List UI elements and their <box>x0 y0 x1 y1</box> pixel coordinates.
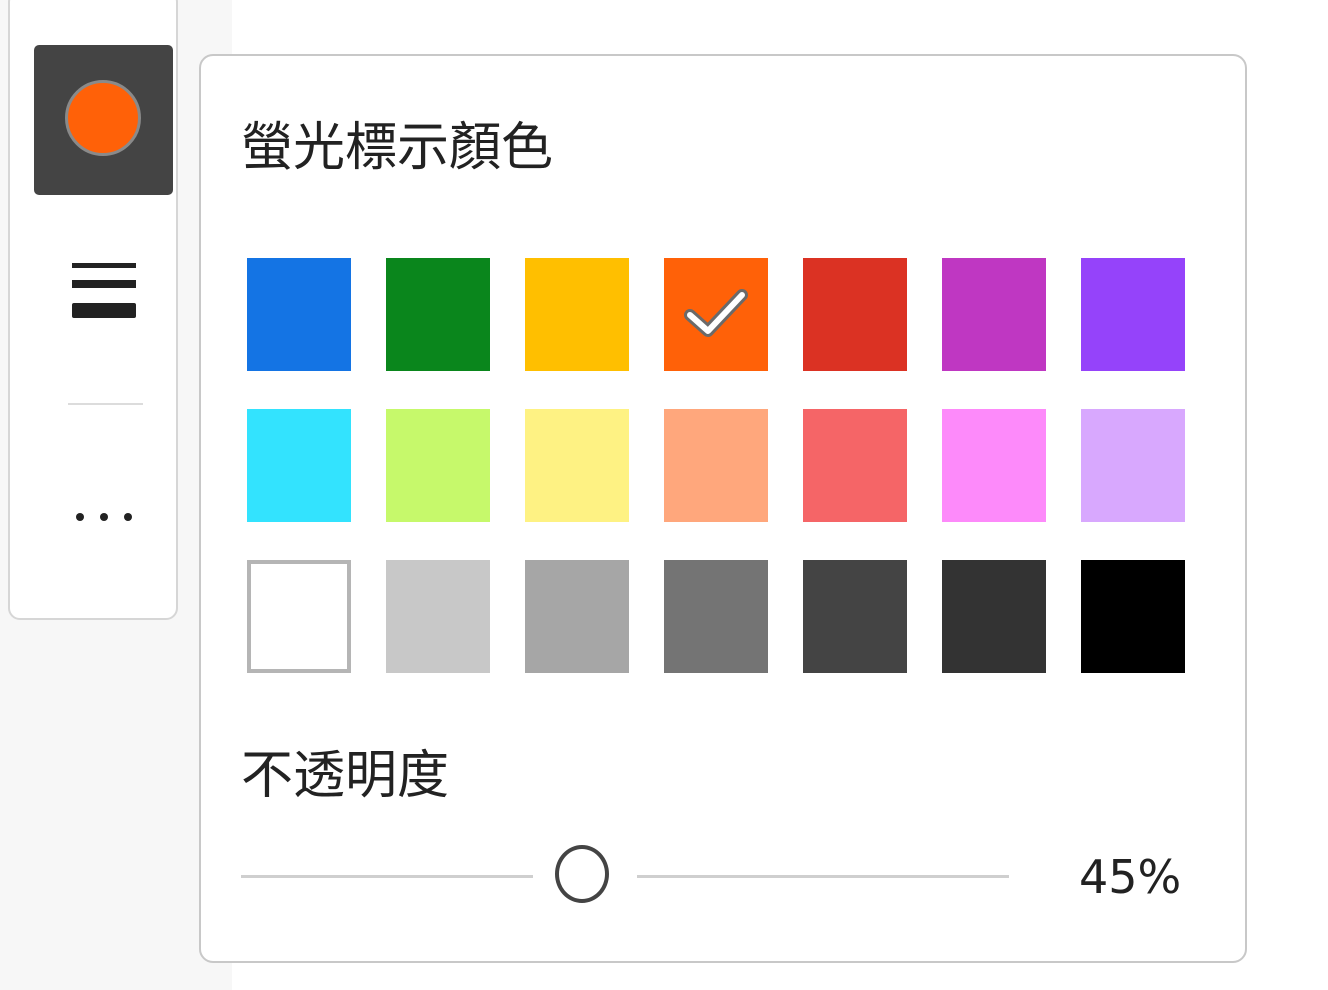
slider-track-remaining <box>637 875 1009 878</box>
color-swatch[interactable] <box>1081 258 1185 371</box>
slider-thumb[interactable] <box>555 845 609 903</box>
color-swatch[interactable] <box>664 560 768 673</box>
ellipsis-icon <box>76 513 84 521</box>
color-swatch[interactable] <box>664 409 768 522</box>
checkmark-icon <box>684 289 748 337</box>
color-swatch[interactable] <box>942 560 1046 673</box>
highlight-color-title: 螢光標示顏色 <box>241 118 554 178</box>
color-swatch[interactable] <box>664 258 768 371</box>
color-swatch[interactable] <box>525 560 629 673</box>
color-circle-icon <box>65 80 141 156</box>
highlight-toolbar <box>8 0 178 620</box>
color-swatch[interactable] <box>803 560 907 673</box>
highlight-color-button[interactable] <box>34 45 173 195</box>
color-swatch[interactable] <box>525 258 629 371</box>
opacity-title: 不透明度 <box>241 746 450 806</box>
highlight-color-popup: 螢光標示顏色 不透明度 45% <box>199 54 1247 963</box>
line-thickness-button[interactable] <box>58 247 150 337</box>
color-swatch[interactable] <box>247 560 351 673</box>
slider-track-filled <box>241 875 533 878</box>
color-swatch[interactable] <box>247 258 351 371</box>
color-swatch[interactable] <box>386 560 490 673</box>
more-options-button[interactable] <box>58 487 150 547</box>
toolbar-divider <box>68 403 143 405</box>
color-swatch[interactable] <box>1081 560 1185 673</box>
color-swatch[interactable] <box>525 409 629 522</box>
color-swatch[interactable] <box>386 409 490 522</box>
color-swatch[interactable] <box>1081 409 1185 522</box>
color-swatch[interactable] <box>386 258 490 371</box>
color-swatch[interactable] <box>803 409 907 522</box>
color-swatch[interactable] <box>247 409 351 522</box>
color-swatch[interactable] <box>942 258 1046 371</box>
color-swatch[interactable] <box>803 258 907 371</box>
opacity-value: 45% <box>1079 850 1182 904</box>
color-swatch[interactable] <box>942 409 1046 522</box>
opacity-slider[interactable] <box>241 836 1011 906</box>
